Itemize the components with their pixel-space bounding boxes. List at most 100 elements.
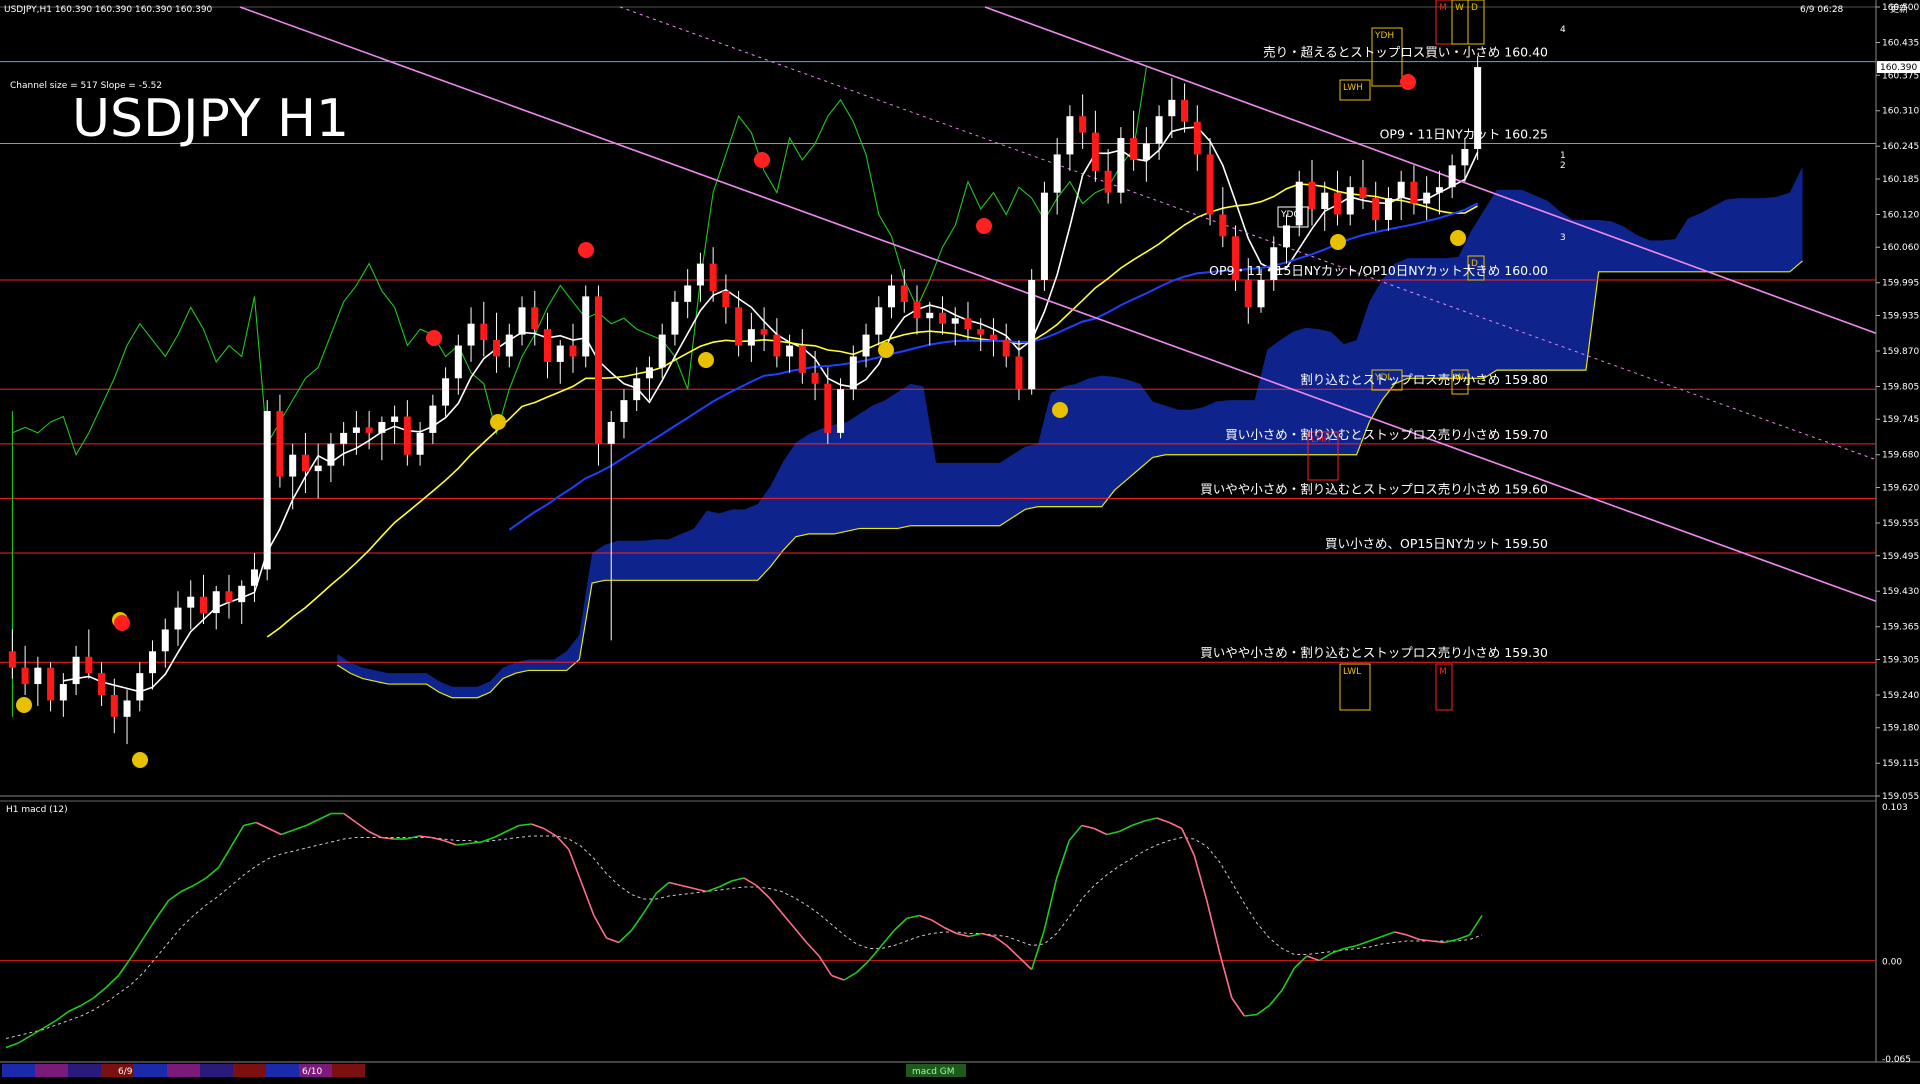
candle-bull <box>1117 138 1125 193</box>
candle-bull <box>633 378 641 401</box>
candle-bear <box>1002 340 1010 357</box>
candle-bear <box>900 285 908 302</box>
candle-bull <box>340 432 348 444</box>
price-tick-label: 160.435 <box>1882 38 1919 48</box>
channel-number-label: 3 <box>1560 233 1566 243</box>
price-tick-label: 159.620 <box>1882 483 1919 493</box>
candle-bull <box>926 312 934 319</box>
candle-bull <box>837 389 845 433</box>
candle-bull <box>671 301 679 335</box>
candle-bull <box>1155 116 1163 144</box>
candle-bear <box>225 591 233 603</box>
price-tick-label: 159.870 <box>1882 347 1919 357</box>
candle-bear <box>1410 181 1418 204</box>
candle-bear <box>709 263 717 291</box>
session-segment <box>68 1064 101 1077</box>
macd-tick-label: 0.00 <box>1882 958 1902 968</box>
candle-bear <box>85 656 93 674</box>
candle-bear <box>365 427 373 433</box>
chart-window: 4123 YDH LWH YDC YDL LMH LWL M W D D W M 売り・超えるとストッ… <box>0 0 1920 1080</box>
candle-bear <box>798 345 806 373</box>
candle-bull <box>467 323 475 346</box>
candle-bull <box>1028 280 1036 390</box>
session-segment <box>266 1064 299 1077</box>
candle-bear <box>301 454 309 472</box>
status-label: macd GM <box>912 1067 955 1077</box>
month-low-box-label: M <box>1439 667 1447 677</box>
session-segment <box>167 1064 200 1077</box>
candle-bear <box>938 312 946 324</box>
candle-bull <box>1435 187 1443 193</box>
candle-bear <box>199 596 207 614</box>
candle-bear <box>594 296 602 444</box>
candle-bull <box>174 607 182 630</box>
candle-bear <box>1206 154 1214 215</box>
chart-title: USDJPY H1 <box>72 89 349 149</box>
level-label: 売り・超えるとストップロス買い・小さめ 160.40 <box>1263 45 1548 60</box>
price-tick-label: 160.060 <box>1882 243 1919 253</box>
last-price-label: 160.390 <box>1880 63 1917 73</box>
candle-bear <box>824 383 832 433</box>
candle-bear <box>735 307 743 346</box>
candle-bull <box>59 684 67 701</box>
candle-bull <box>696 263 704 286</box>
candle-bull <box>429 405 437 433</box>
price-tick-label: 159.055 <box>1882 792 1919 802</box>
candle-bull <box>888 285 896 308</box>
candle-bear <box>773 334 781 357</box>
week-box-label: W <box>1455 3 1464 13</box>
candle-bull <box>505 334 513 357</box>
candle-bear <box>1104 170 1112 193</box>
channel-number-label: 4 <box>1560 25 1566 35</box>
candle-bear <box>977 329 985 335</box>
candle-bull <box>1461 148 1469 166</box>
candle-bull <box>187 596 195 608</box>
price-tick-label: 160.185 <box>1882 175 1919 185</box>
candle-bull <box>620 400 628 422</box>
candle-bull <box>1346 187 1354 215</box>
candle-bear <box>1359 187 1367 199</box>
sell-signal-icon <box>578 242 594 258</box>
candle-bear <box>989 334 997 341</box>
session-segment <box>134 1064 167 1077</box>
candle-bear <box>110 694 118 717</box>
macd-label: H1 macd (12) <box>6 805 68 815</box>
chart-canvas[interactable]: 4123 YDHLWHYDCYDLLMHLWLM W DDWM 売り・超えるとストッ… <box>0 0 1920 1080</box>
buy-signal-icon <box>1052 402 1068 418</box>
price-tick-label: 159.180 <box>1882 724 1919 734</box>
price-tick-label: 159.935 <box>1882 312 1919 322</box>
candle-bull <box>34 667 42 685</box>
clock-suffix: 更新 <box>1890 3 1908 15</box>
candle-bull <box>1257 280 1265 308</box>
candle-bear <box>1244 280 1252 308</box>
candle-bear <box>569 345 577 357</box>
sell-signal-icon <box>114 615 130 631</box>
candle-bear <box>913 301 921 319</box>
buy-signal-icon <box>1330 234 1346 250</box>
candle-bull <box>786 345 794 357</box>
candle-bear <box>8 651 16 668</box>
candle-bull <box>212 591 220 614</box>
candle-bull <box>1040 192 1048 281</box>
candle-bull <box>607 421 615 444</box>
buy-signal-icon <box>878 342 894 358</box>
price-tick-label: 159.745 <box>1882 415 1919 425</box>
candle-bull <box>250 569 258 586</box>
price-tick-label: 160.310 <box>1882 107 1919 117</box>
candle-bull <box>1142 143 1150 160</box>
level-label: OP9・11日NYカット 160.25 <box>1380 127 1548 142</box>
candle-bull <box>556 345 564 362</box>
candle-bull <box>352 427 360 433</box>
candle-bull <box>161 629 169 652</box>
price-tick-label: 159.305 <box>1882 655 1919 665</box>
date-label: 6/10 <box>302 1067 322 1077</box>
price-tick-label: 159.495 <box>1882 552 1919 562</box>
candle-bull <box>1321 192 1329 210</box>
candle-bull <box>1397 181 1405 199</box>
ydh-label: YDH <box>1374 31 1394 41</box>
candle-bull <box>378 421 386 433</box>
candle-bull <box>1423 192 1431 204</box>
candle-bull <box>72 656 80 685</box>
sell-signal-icon <box>426 330 442 346</box>
day-box-label: D <box>1471 3 1478 13</box>
